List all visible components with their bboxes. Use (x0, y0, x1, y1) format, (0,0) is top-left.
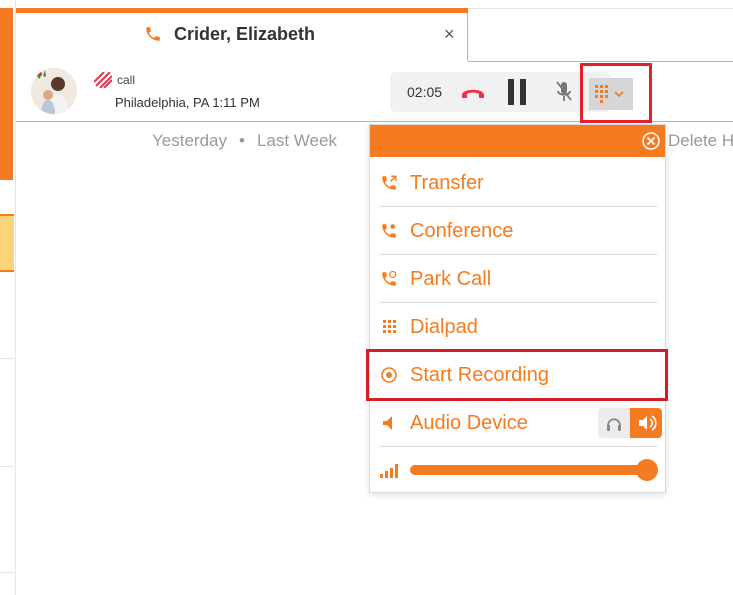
dialpad-menu-button[interactable] (589, 78, 633, 110)
call-location-time: Philadelphia, PA 1:11 PM (115, 95, 260, 110)
volume-control (380, 449, 658, 491)
mic-muted-icon[interactable] (555, 80, 573, 104)
volume-slider-handle[interactable] (636, 459, 658, 481)
menu-item-dialpad[interactable]: Dialpad (380, 303, 657, 351)
call-actions-menu: Transfer Conference Park Call Dialpad St… (369, 124, 666, 493)
menu-header (370, 125, 665, 157)
call-timer: 02:05 (407, 84, 443, 100)
call-type-icon (93, 71, 113, 89)
pause-bar (520, 79, 526, 105)
menu-item-label: Conference (410, 220, 514, 242)
filter-yesterday[interactable]: Yesterday (152, 131, 227, 150)
audio-device-options (598, 408, 662, 438)
avatar[interactable] (31, 68, 77, 114)
volume-level-icon (380, 464, 398, 478)
call-controls: 02:05 (390, 72, 610, 112)
park-call-icon (380, 270, 398, 288)
filter-last-week[interactable]: Last Week (257, 131, 337, 150)
pause-icon[interactable] (508, 79, 526, 105)
volume-slider[interactable] (410, 465, 648, 475)
phone-icon (144, 25, 162, 43)
conference-icon (380, 222, 398, 240)
speaker-icon (380, 414, 398, 432)
dialpad-icon (380, 318, 398, 336)
menu-item-label: Park Call (410, 268, 492, 290)
left-selected-row[interactable] (0, 214, 14, 272)
pause-bar (508, 79, 514, 105)
left-row-divider (0, 466, 14, 467)
speaker-icon[interactable] (630, 408, 662, 438)
menu-item-audio-device[interactable]: Audio Device (380, 399, 662, 447)
tab-call[interactable]: Crider, Elizabeth × (16, 13, 468, 61)
start-recording-highlight (366, 349, 668, 401)
call-type-label: call (117, 73, 136, 87)
dialpad-menu-highlight (580, 63, 652, 123)
left-row-divider (0, 572, 14, 573)
close-icon[interactable]: × (444, 24, 455, 45)
menu-item-conference[interactable]: Conference (380, 207, 657, 255)
date-filters: Yesterday • Last Week (152, 131, 337, 151)
call-header: call Philadelphia, PA 1:11 PM 02:05 (16, 62, 733, 123)
filter-separator: • (238, 131, 245, 150)
menu-item-label: Audio Device (410, 412, 528, 434)
headset-icon[interactable] (598, 408, 630, 438)
menu-item-label: Dialpad (410, 316, 478, 338)
delete-history-link[interactable]: Delete H (668, 131, 733, 151)
left-accent-bar (0, 8, 13, 180)
close-circle-icon[interactable] (642, 132, 660, 150)
app-root: Crider, Elizabeth × call Philadelphia, P… (0, 0, 733, 595)
left-panel-strip (0, 0, 16, 595)
tab-title: Crider, Elizabeth (174, 24, 316, 44)
menu-item-label: Transfer (410, 172, 484, 194)
menu-item-transfer[interactable]: Transfer (380, 159, 657, 207)
transfer-icon (380, 174, 398, 192)
menu-item-park-call[interactable]: Park Call (380, 255, 657, 303)
hangup-icon[interactable] (460, 84, 486, 100)
left-row-divider (0, 358, 14, 359)
tab-strip-rule (468, 8, 733, 9)
